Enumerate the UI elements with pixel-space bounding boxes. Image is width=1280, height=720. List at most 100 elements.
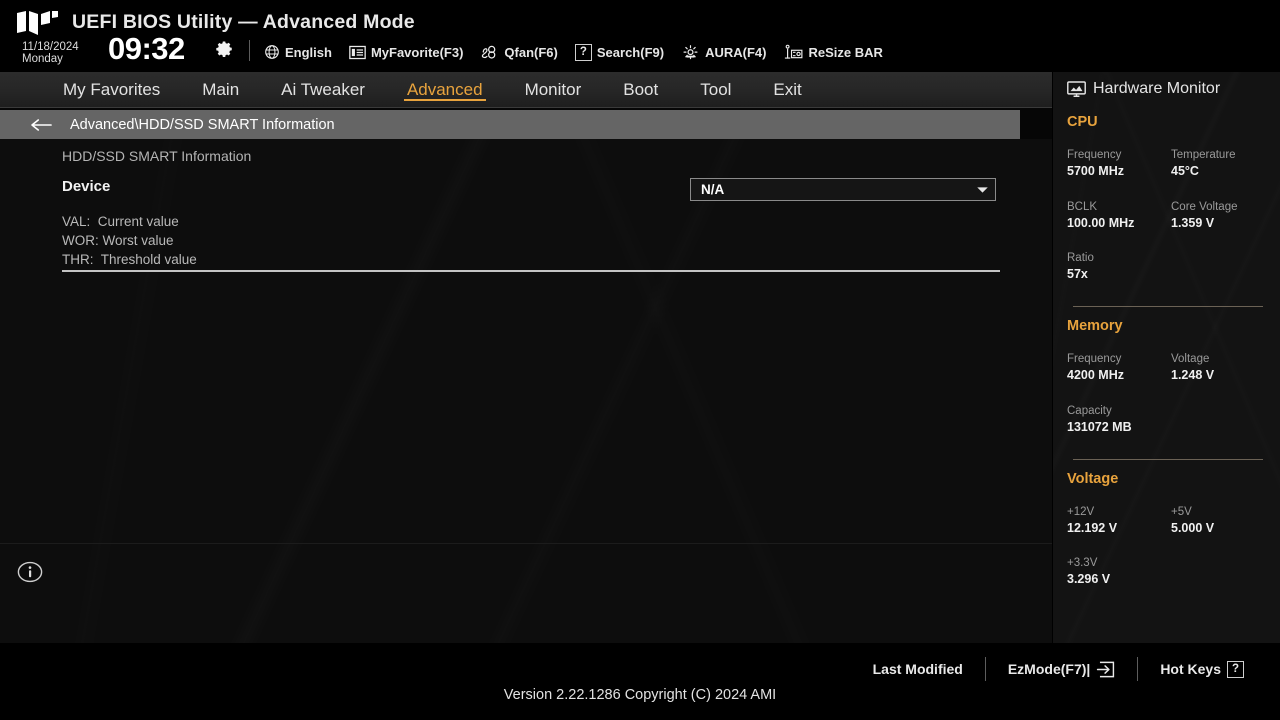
hotkeys-label: Hot Keys	[1160, 661, 1221, 677]
hwm-cpu-bclk: BCLK 100.00 MHz	[1067, 200, 1171, 231]
tab-my-favorites[interactable]: My Favorites	[42, 72, 181, 108]
hardware-monitor-header: Hardware Monitor	[1067, 80, 1220, 98]
myfavorite-button[interactable]: MyFavorite(F3)	[349, 41, 463, 63]
hardware-monitor-title: Hardware Monitor	[1093, 80, 1221, 97]
monitor-icon	[1067, 80, 1086, 97]
tab-monitor[interactable]: Monitor	[504, 72, 603, 108]
hwm-cpu-core-voltage: Core Voltage 1.359 V	[1171, 200, 1275, 231]
header-toolbar: English MyFavorite(F3) Qfan(F6) ? Search…	[264, 41, 883, 63]
language-button[interactable]: English	[264, 41, 332, 63]
fan-icon	[482, 45, 496, 59]
hwm-value: 5.000 V	[1171, 521, 1215, 535]
question-box-icon: ?	[574, 43, 592, 61]
resize-bar-icon	[785, 44, 803, 59]
hwm-group-memory-title: Memory	[1067, 318, 1123, 334]
hwm-key: Frequency	[1067, 149, 1122, 161]
bios-screen: UEFI BIOS Utility — Advanced Mode 11/18/…	[0, 0, 1280, 720]
qfan-button[interactable]: Qfan(F6)	[480, 41, 558, 63]
device-select[interactable]: N/A	[690, 178, 996, 201]
hwm-key: +5V	[1171, 506, 1192, 518]
device-select-value: N/A	[701, 182, 725, 197]
hwm-memory-voltage: Voltage 1.248 V	[1171, 352, 1275, 383]
aura-button[interactable]: AURA(F4)	[681, 41, 766, 63]
language-label: English	[285, 44, 332, 60]
hwm-key: Core Voltage	[1171, 201, 1238, 213]
tab-tool[interactable]: Tool	[679, 72, 752, 108]
hwm-key: Frequency	[1067, 353, 1122, 365]
resize-bar-button[interactable]: ReSize BAR	[783, 41, 883, 63]
hwm-cpu-ratio: Ratio 57x	[1067, 251, 1171, 282]
search-label: Search(F9)	[596, 44, 665, 60]
date-text: 11/18/2024	[22, 41, 79, 53]
favorites-list-icon	[349, 45, 366, 59]
hwm-group-cpu-title: CPU	[1067, 114, 1098, 130]
date-display: 11/18/2024 Monday	[22, 41, 117, 65]
content-pane: HDD/SSD SMART Information Device N/A VAL…	[0, 139, 1052, 643]
tuf-logo-icon	[17, 11, 58, 35]
version-text: Version 2.22.1286 Copyright (C) 2024 AMI	[503, 687, 777, 703]
hwm-voltage-12v: +12V 12.192 V	[1067, 505, 1171, 536]
tab-main[interactable]: Main	[181, 72, 260, 108]
hwm-key: Temperature	[1171, 149, 1236, 161]
search-button[interactable]: ? Search(F9)	[574, 41, 665, 63]
hwm-value: 5700 MHz	[1067, 164, 1124, 178]
hwm-value: 45°C	[1171, 164, 1199, 178]
clock-text: 09:32	[108, 31, 185, 66]
back-arrow-icon[interactable]	[30, 118, 52, 132]
resize-bar-label: ReSize BAR	[808, 44, 883, 60]
last-modified-button[interactable]: Last Modified	[851, 661, 985, 677]
chevron-down-icon	[977, 187, 988, 193]
footer-actions: Last Modified EzMode(F7)| Hot Keys ?	[851, 657, 1266, 681]
hwm-cpu-frequency: Frequency 5700 MHz	[1067, 148, 1171, 179]
hwm-value: 1.248 V	[1171, 368, 1215, 382]
hwm-memory-frequency: Frequency 4200 MHz	[1067, 352, 1171, 383]
myfavorite-label: MyFavorite(F3)	[370, 44, 464, 60]
hwm-memory-capacity: Capacity 131072 MB	[1067, 404, 1217, 435]
weekday-text: Monday	[22, 53, 63, 66]
hwm-separator	[1073, 306, 1263, 307]
globe-icon	[265, 45, 279, 59]
hwm-key: +3.3V	[1067, 557, 1098, 569]
hwm-value: 12.192 V	[1067, 521, 1118, 535]
legend-wor: WOR: Worst value	[62, 233, 174, 248]
hwm-key: BCLK	[1067, 201, 1098, 213]
hotkeys-key-icon: ?	[1227, 660, 1244, 678]
aura-label: AURA(F4)	[705, 44, 767, 60]
footer-bar: Last Modified EzMode(F7)| Hot Keys ? Ver…	[0, 643, 1280, 720]
exit-arrow-icon	[1097, 661, 1115, 677]
hwm-value: 131072 MB	[1067, 420, 1132, 434]
info-circle-icon[interactable]	[17, 559, 43, 585]
last-modified-label: Last Modified	[872, 661, 963, 677]
hwm-value: 100.00 MHz	[1067, 216, 1135, 230]
qfan-label: Qfan(F6)	[504, 44, 558, 60]
value-legend: VAL: Current value WOR: Worst value THR:…	[62, 212, 197, 269]
tab-boot[interactable]: Boot	[602, 72, 679, 108]
hwm-voltage-5v: +5V 5.000 V	[1171, 505, 1275, 536]
legend-val: VAL: Current value	[62, 214, 179, 229]
header-bar: UEFI BIOS Utility — Advanced Mode 11/18/…	[0, 0, 1280, 72]
breadcrumb[interactable]: Advanced\HDD/SSD SMART Information	[0, 110, 1020, 139]
hotkeys-button[interactable]: Hot Keys ?	[1138, 660, 1266, 678]
hwm-group-voltage-title: Voltage	[1067, 471, 1119, 487]
ezmode-button[interactable]: EzMode(F7)|	[986, 661, 1137, 678]
ezmode-label: EzMode(F7)|	[1007, 661, 1091, 677]
hwm-value: 3.296 V	[1067, 572, 1111, 586]
hwm-key: +12V	[1067, 506, 1095, 518]
section-divider	[62, 270, 1000, 272]
section-title: HDD/SSD SMART Information	[62, 148, 252, 164]
tab-advanced[interactable]: Advanced	[386, 72, 504, 108]
hwm-key: Voltage	[1171, 353, 1210, 365]
hwm-cpu-temperature: Temperature 45°C	[1171, 148, 1275, 179]
content-bottom-divider	[0, 543, 1052, 544]
tab-exit[interactable]: Exit	[752, 72, 822, 108]
tab-ai-tweaker[interactable]: Ai Tweaker	[260, 72, 386, 108]
legend-thr: THR: Threshold value	[62, 252, 197, 267]
main-nav-tabs: My Favorites Main Ai Tweaker Advanced Mo…	[0, 72, 1052, 108]
header-divider	[249, 40, 250, 61]
aura-light-icon	[683, 44, 698, 59]
hwm-separator	[1073, 459, 1263, 460]
hwm-voltage-33v: +3.3V 3.296 V	[1067, 556, 1171, 587]
gear-icon[interactable]	[216, 40, 234, 58]
breadcrumb-path: Advanced\HDD/SSD SMART Information	[70, 116, 335, 133]
hwm-value: 4200 MHz	[1067, 368, 1124, 382]
